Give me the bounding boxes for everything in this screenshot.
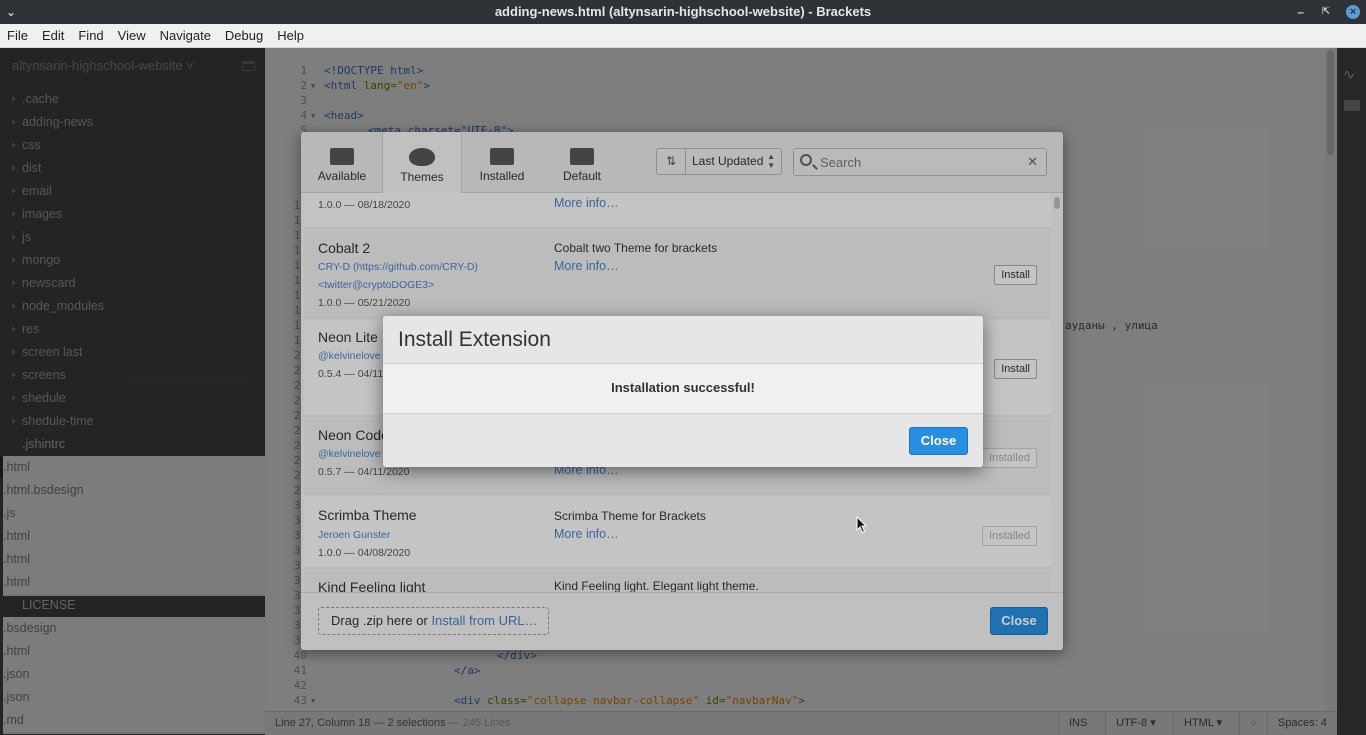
close-dialog-button[interactable]: Close — [909, 427, 968, 455]
dialog-message: Installation successful! — [383, 365, 983, 413]
window-title: adding-news.html (altynsarin-highschool-… — [494, 4, 872, 19]
dialog-footer: Close — [383, 413, 983, 467]
minimize-icon[interactable]: – — [1297, 0, 1304, 24]
menu-help[interactable]: Help — [270, 24, 311, 48]
menu-edit[interactable]: Edit — [35, 24, 71, 48]
window-titlebar: ⌄ adding-news.html (altynsarin-highschoo… — [0, 0, 1366, 24]
menu-file[interactable]: File — [0, 24, 35, 48]
close-window-icon[interactable]: × — [1346, 5, 1360, 19]
menu-view[interactable]: View — [111, 24, 153, 48]
maximize-icon[interactable]: ⇱ — [1322, 0, 1330, 24]
menu-find[interactable]: Find — [71, 24, 110, 48]
menu-bar: File Edit Find View Navigate Debug Help — [0, 24, 1366, 48]
dialog-header: Install Extension — [383, 316, 983, 364]
install-extension-dialog: Install Extension Installation successfu… — [383, 316, 983, 467]
menu-navigate[interactable]: Navigate — [153, 24, 218, 48]
dialog-title: Install Extension — [398, 328, 551, 351]
window-menu-icon[interactable]: ⌄ — [6, 0, 16, 24]
menu-debug[interactable]: Debug — [218, 24, 270, 48]
